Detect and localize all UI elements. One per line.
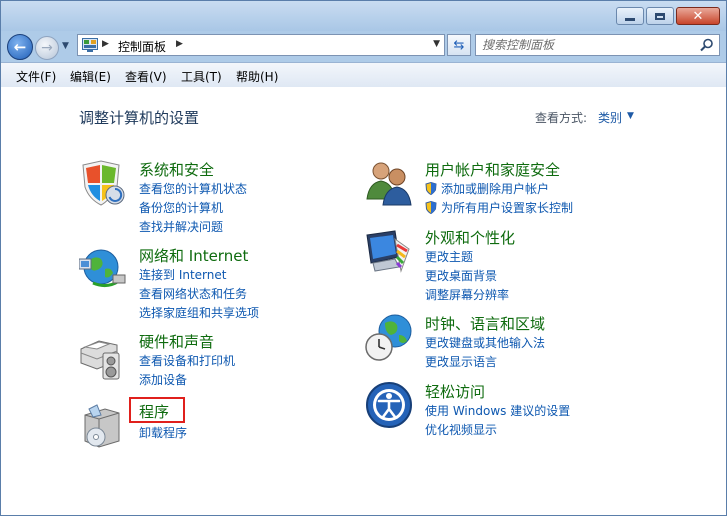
clock-globe-icon[interactable] — [365, 313, 415, 363]
menu-tools[interactable]: 工具(T) — [181, 68, 222, 85]
title-bar[interactable]: ✕ — [1, 1, 726, 31]
category-title[interactable]: 轻松访问 — [425, 381, 485, 402]
menu-edit[interactable]: 编辑(E) — [70, 68, 111, 85]
link-text: 添加或删除用户帐户 — [441, 182, 550, 196]
page-title: 调整计算机的设置 — [79, 109, 200, 127]
link-network-status[interactable]: 查看网络状态和任务 — [139, 285, 247, 302]
link-change-keyboard[interactable]: 更改键盘或其他输入法 — [425, 334, 545, 351]
link-connect-internet[interactable]: 连接到 Internet — [139, 266, 226, 283]
address-dropdown-icon[interactable]: ▼ — [433, 39, 440, 49]
category-title[interactable]: 硬件和声音 — [139, 331, 214, 352]
navigation-bar: ← → ▼ ▶ 控制面板 ▶ ▼ ⇆ — [1, 31, 726, 61]
link-homegroup-sharing[interactable]: 选择家庭组和共享选项 — [139, 304, 259, 321]
link-windows-recommended-settings[interactable]: 使用 Windows 建议的设置 — [425, 402, 570, 419]
category-title[interactable]: 程序 — [139, 401, 169, 422]
maximize-button[interactable] — [646, 7, 674, 25]
chevron-right-icon[interactable]: ▶ — [102, 39, 109, 49]
appearance-monitor-icon[interactable] — [365, 227, 415, 277]
address-path[interactable]: 控制面板 — [118, 38, 166, 55]
link-troubleshoot[interactable]: 查找并解决问题 — [139, 218, 223, 235]
link-change-display-language[interactable]: 更改显示语言 — [425, 353, 497, 370]
control-panel-icon — [82, 38, 98, 52]
search-box[interactable] — [475, 34, 720, 56]
category-title[interactable]: 用户帐户和家庭安全 — [425, 159, 560, 180]
uac-shield-icon — [425, 201, 437, 214]
link-add-device[interactable]: 添加设备 — [139, 371, 187, 388]
window-controls: ✕ — [616, 7, 720, 25]
printer-icon[interactable] — [79, 331, 129, 381]
forward-arrow-icon: → — [41, 40, 53, 56]
link-view-computer-status[interactable]: 查看您的计算机状态 — [139, 180, 247, 197]
search-icon[interactable] — [700, 38, 714, 52]
content-area: 调整计算机的设置 查看方式: 类别 ▼ 系统和安全 查看您的计算机状态 备份您的… — [1, 87, 726, 515]
link-backup-computer[interactable]: 备份您的计算机 — [139, 199, 223, 216]
link-text: 为所有用户设置家长控制 — [441, 201, 574, 215]
maximize-icon — [655, 12, 665, 20]
history-dropdown-icon[interactable]: ▼ — [62, 41, 72, 53]
users-icon[interactable] — [365, 159, 415, 209]
search-input[interactable] — [482, 37, 692, 53]
link-devices-printers[interactable]: 查看设备和打印机 — [139, 352, 235, 369]
chevron-right-icon[interactable]: ▶ — [176, 39, 183, 49]
forward-button[interactable]: → — [35, 36, 59, 60]
refresh-button[interactable]: ⇆ — [447, 34, 471, 56]
address-bar[interactable]: ▶ 控制面板 ▶ ▼ — [77, 34, 445, 56]
uac-shield-icon — [425, 182, 437, 195]
link-change-desktop-background[interactable]: 更改桌面背景 — [425, 267, 497, 284]
close-button[interactable]: ✕ — [676, 7, 720, 25]
category-title[interactable]: 时钟、语言和区域 — [425, 313, 545, 334]
menu-help[interactable]: 帮助(H) — [236, 68, 278, 85]
category-title[interactable]: 系统和安全 — [139, 159, 214, 180]
link-optimize-visual-display[interactable]: 优化视频显示 — [425, 421, 497, 438]
close-icon: ✕ — [692, 8, 704, 24]
link-add-remove-accounts[interactable]: 添加或删除用户帐户 — [425, 180, 549, 197]
minimize-icon — [625, 17, 635, 21]
refresh-icon: ⇆ — [453, 37, 465, 53]
menu-view[interactable]: 查看(V) — [125, 68, 167, 85]
link-screen-resolution[interactable]: 调整屏幕分辨率 — [425, 286, 509, 303]
back-button[interactable]: ← — [7, 34, 33, 60]
programs-box-icon[interactable] — [79, 401, 129, 451]
chevron-down-icon[interactable]: ▼ — [627, 111, 634, 121]
minimize-button[interactable] — [616, 7, 644, 25]
network-globe-icon[interactable] — [79, 245, 129, 295]
security-shield-icon[interactable] — [79, 159, 129, 209]
back-arrow-icon: ← — [13, 38, 27, 56]
view-by-label: 查看方式: — [535, 111, 588, 125]
link-parental-controls[interactable]: 为所有用户设置家长控制 — [425, 199, 573, 216]
link-change-theme[interactable]: 更改主题 — [425, 248, 473, 265]
link-uninstall-program[interactable]: 卸载程序 — [139, 424, 187, 441]
menu-bar: 文件(F) 编辑(E) 查看(V) 工具(T) 帮助(H) — [1, 62, 726, 88]
category-title[interactable]: 外观和个性化 — [425, 227, 515, 248]
control-panel-window: ✕ ← → ▼ ▶ 控制面板 ▶ ▼ ⇆ 搜索控制面板 文件(F) 编辑(E) … — [0, 0, 727, 516]
ease-of-access-icon[interactable] — [365, 381, 415, 431]
view-by-dropdown[interactable]: 类别 — [598, 109, 622, 126]
menu-file[interactable]: 文件(F) — [16, 68, 56, 85]
category-title[interactable]: 网络和 Internet — [139, 245, 248, 266]
